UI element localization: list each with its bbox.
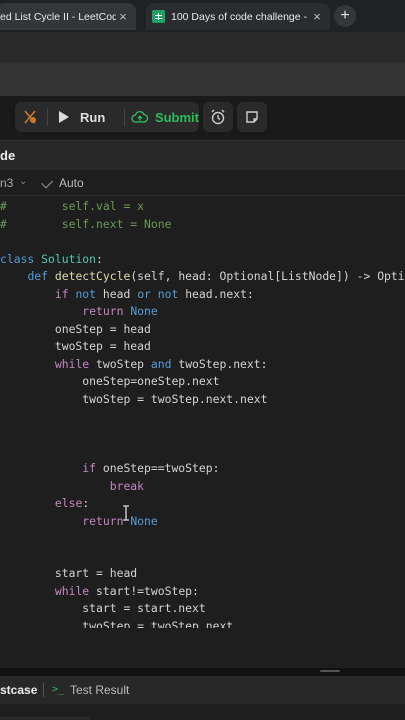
code-line: return None xyxy=(82,514,158,528)
text-cursor-icon xyxy=(121,505,131,521)
note-icon xyxy=(246,111,258,123)
debug-icon xyxy=(24,110,36,124)
panel-resize-handle[interactable] xyxy=(0,668,405,676)
tab-title: 100 Days of code challenge - Google Shee… xyxy=(171,10,310,23)
alarm-clock-icon xyxy=(211,109,225,125)
notes-button[interactable] xyxy=(237,102,267,132)
tab-divider xyxy=(43,683,44,697)
panel-title: de xyxy=(0,148,16,163)
editor-toolbar: Run Submit xyxy=(0,96,405,140)
bottom-panel-tabs: stcase >_ Test Result xyxy=(0,676,405,704)
code-panel-header: de xyxy=(0,140,405,170)
auto-mode-label[interactable]: Auto xyxy=(59,176,84,190)
code-line: start = head xyxy=(0,566,138,580)
code-line: twoStep = twoStep.next xyxy=(0,619,234,628)
browser-tab-strip: ed List Cycle II - LeetCode × 100 Days o… xyxy=(0,0,405,32)
cloud-upload-icon xyxy=(131,111,149,123)
timer-button[interactable] xyxy=(203,102,233,132)
code-line: def detectCycle(self, head: Optional[Lis… xyxy=(27,269,405,283)
close-icon[interactable]: × xyxy=(310,9,324,24)
code-line: else: xyxy=(54,496,90,510)
code-line: while twoStep and twoStep.next: xyxy=(54,357,268,371)
language-bar: n3 ⌄ Auto xyxy=(0,170,405,196)
code-line: oneStep = head xyxy=(0,322,151,336)
play-icon xyxy=(59,111,69,123)
code-line: break xyxy=(109,479,145,493)
editor-footer xyxy=(0,628,405,668)
submit-button[interactable]: Submit xyxy=(125,102,199,132)
new-tab-button[interactable]: + xyxy=(334,5,356,27)
code-editor[interactable]: # self.val = x # self.next = None class … xyxy=(0,196,405,628)
code-line: if not head or not head.next: xyxy=(54,287,254,301)
google-sheets-icon xyxy=(152,10,165,23)
code-line: return None xyxy=(82,304,158,318)
code-line: # self.val = x xyxy=(0,199,145,213)
run-button[interactable]: Run xyxy=(49,102,123,132)
browser-tab-sheets[interactable]: 100 Days of code challenge - Google Shee… xyxy=(146,3,330,30)
chevron-down-icon: ⌄ xyxy=(19,176,28,187)
toolbar-divider xyxy=(47,108,48,126)
browser-tab-leetcode[interactable]: ed List Cycle II - LeetCode × xyxy=(0,3,136,30)
address-bar-area xyxy=(0,32,405,62)
code-line: start = start.next xyxy=(0,601,206,615)
check-icon xyxy=(40,176,54,189)
tab-title: ed List Cycle II - LeetCode xyxy=(0,10,116,23)
submit-label: Submit xyxy=(154,109,199,125)
site-nav-bar xyxy=(0,62,405,96)
resize-grip[interactable] xyxy=(320,670,340,672)
code-line: oneStep=oneStep.next xyxy=(0,374,220,388)
code-line: # self.next = None xyxy=(0,217,172,231)
tab-testcase[interactable]: stcase xyxy=(0,683,37,697)
close-icon[interactable]: × xyxy=(116,9,130,24)
code-line: twoStep = twoStep.next.next xyxy=(0,392,268,406)
code-line: if oneStep==twoStep: xyxy=(82,461,220,475)
language-select[interactable]: n3 xyxy=(0,176,13,190)
terminal-icon: >_ xyxy=(52,684,65,695)
run-label: Run xyxy=(80,109,106,125)
tab-test-result[interactable]: Test Result xyxy=(70,683,129,697)
debug-button[interactable] xyxy=(15,102,45,132)
code-line: class Solution: xyxy=(0,252,103,266)
run-submit-group: Run Submit xyxy=(15,102,199,132)
code-line: while start!=twoStep: xyxy=(54,584,199,598)
code-line: twoStep = head xyxy=(0,339,151,353)
